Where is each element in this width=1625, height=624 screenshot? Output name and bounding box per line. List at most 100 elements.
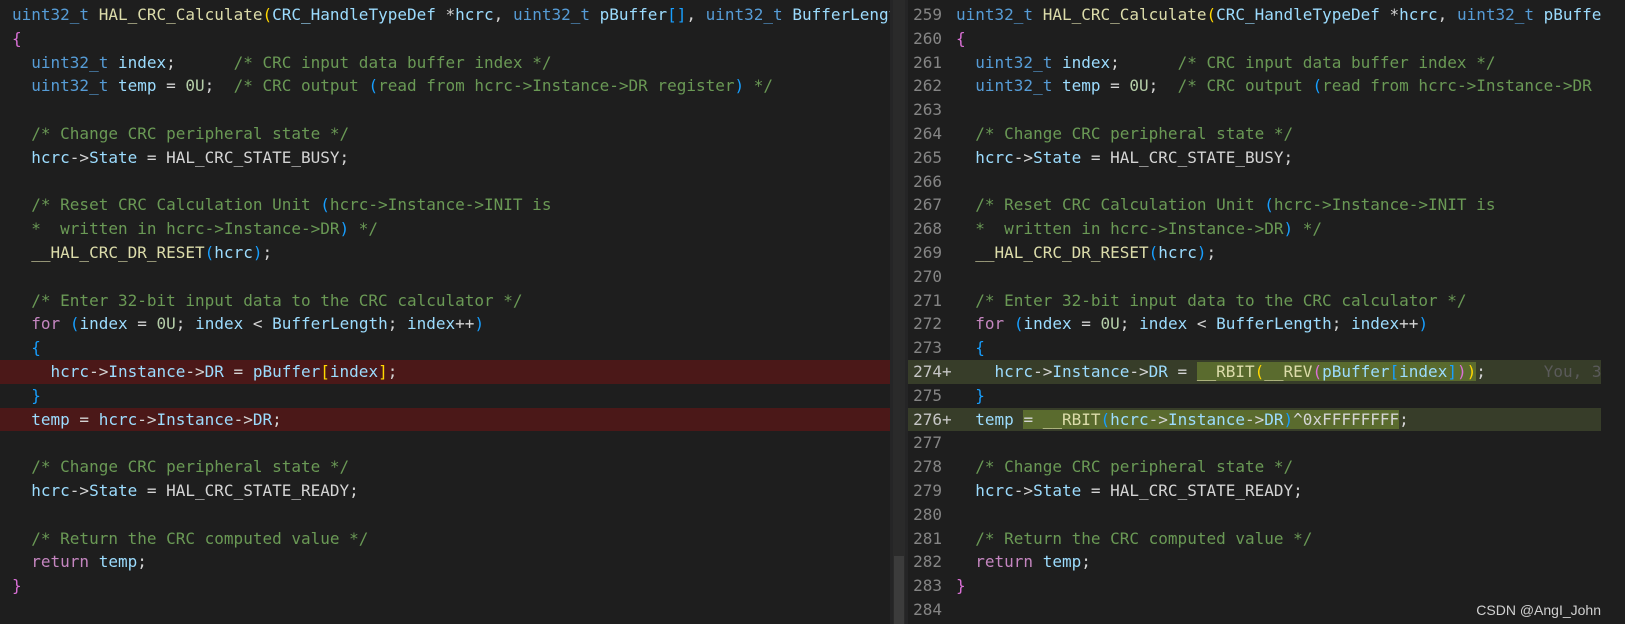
code-line[interactable]: } (0, 574, 890, 598)
code-token: /* Reset CRC Calculation Unit (31, 195, 321, 215)
code-token: = (69, 409, 99, 429)
code-line[interactable] (0, 98, 890, 122)
code-line[interactable]: /* Change CRC peripheral state */ (0, 455, 890, 479)
code-line[interactable]: 277 (908, 431, 1601, 455)
code-line[interactable]: 262 uint32_t temp = 0U; /* CRC output (r… (908, 74, 1601, 98)
code-token: index (195, 314, 244, 334)
code-token: /* Return the CRC computed value */ (31, 528, 369, 548)
code-line[interactable]: 263 (908, 98, 1601, 122)
diff-scrollbar[interactable] (890, 0, 908, 624)
modified-code: 259 uint32_t HAL_CRC_Calculate(CRC_Handle… (908, 3, 1602, 622)
code-token: CRC_HandleTypeDef (1216, 5, 1380, 24)
deleted-line[interactable]: - temp = hcrc->Instance->DR; (0, 407, 890, 432)
code-line[interactable]: 269 __HAL_CRC_DR_RESET(hcrc); (908, 241, 1601, 265)
code-line[interactable]: /* Enter 32-bit input data to the CRC ca… (0, 289, 890, 313)
code-line[interactable]: hcrc->State = HAL_CRC_STATE_BUSY; (0, 146, 890, 170)
line-number: 267 (913, 195, 942, 215)
code-token: uint32_t (12, 5, 90, 24)
code-token: __RBIT (1042, 409, 1101, 429)
code-token: State (1033, 147, 1082, 167)
code-token: uint32_t (705, 5, 783, 24)
code-line[interactable]: 265 hcrc->State = HAL_CRC_STATE_BUSY; (908, 146, 1601, 170)
code-line[interactable]: 283} (908, 574, 1601, 598)
code-line[interactable]: 282 return temp; (908, 550, 1601, 574)
code-token: BufferLength (792, 5, 890, 24)
code-line[interactable]: 267 /* Reset CRC Calculation Unit (hcrc-… (908, 193, 1601, 217)
code-line[interactable]: 281 /* Return the CRC computed value */ (908, 527, 1601, 551)
code-token: { (956, 28, 966, 48)
code-line[interactable]: uint32_t HAL_CRC_Calculate(CRC_HandleTyp… (0, 3, 890, 27)
code-line[interactable]: 273 { (908, 336, 1601, 360)
line-number: 281 (913, 528, 942, 548)
code-token: , (1437, 5, 1457, 24)
code-line[interactable]: 268 * written in hcrc->Instance->DR) */ (908, 217, 1601, 241)
code-line[interactable]: } (0, 384, 890, 408)
code-line[interactable]: /* Reset CRC Calculation Unit (hcrc->Ins… (0, 193, 890, 217)
code-line[interactable]: /* Change CRC peripheral state */ (0, 122, 890, 146)
deleted-line[interactable]: - hcrc->Instance->DR = pBuffer[index]; (0, 359, 890, 384)
code-line[interactable]: hcrc->State = HAL_CRC_STATE_READY; (0, 479, 890, 503)
code-line[interactable]: 261 uint32_t index; /* CRC input data bu… (908, 51, 1601, 75)
code-line[interactable] (0, 265, 890, 289)
code-line[interactable]: 266 (908, 170, 1601, 194)
code-line[interactable]: { (0, 27, 890, 51)
code-token: -> (89, 361, 109, 381)
code-line[interactable]: { (0, 336, 890, 360)
code-token: /* CRC input data buffer index */ (233, 52, 552, 72)
code-line[interactable]: return temp; (0, 550, 890, 574)
code-token: /* Return the CRC computed value */ (975, 528, 1313, 548)
code-token: ( (1254, 361, 1265, 381)
code-token: DR (1264, 409, 1284, 429)
code-line[interactable]: uint32_t temp = 0U; /* CRC output (read … (0, 74, 890, 98)
code-line[interactable]: for (index = 0U; index < BufferLength; i… (0, 312, 890, 336)
code-token: Instance (1052, 361, 1130, 381)
code-line[interactable]: 278 /* Change CRC peripheral state */ (908, 455, 1601, 479)
line-number: 261 (913, 52, 942, 72)
code-token: index (117, 52, 167, 72)
code-line[interactable]: uint32_t index; /* CRC input data buffer… (0, 51, 890, 75)
code-line[interactable]: 264 /* Change CRC peripheral state */ (908, 122, 1601, 146)
code-line[interactable]: 271 /* Enter 32-bit input data to the CR… (908, 289, 1601, 313)
code-token: ( (1013, 314, 1024, 334)
code-line[interactable]: /* Return the CRC computed value */ (0, 527, 890, 551)
code-line[interactable]: 279 hcrc->State = HAL_CRC_STATE_READY; (908, 479, 1601, 503)
code-token: = (127, 314, 157, 334)
code-line[interactable]: 270 (908, 265, 1601, 289)
code-line[interactable] (0, 170, 890, 194)
code-line[interactable]: 259 uint32_t HAL_CRC_Calculate(CRC_Handle… (908, 3, 1601, 27)
code-token: ; (166, 52, 234, 72)
code-token: 0U (1100, 314, 1120, 334)
code-line[interactable]: __HAL_CRC_DR_RESET(hcrc); (0, 241, 890, 265)
code-line[interactable] (0, 503, 890, 527)
code-line[interactable] (0, 431, 890, 455)
code-line[interactable]: 272 for (index = 0U; index < BufferLengt… (908, 312, 1601, 336)
code-line[interactable]: * written in hcrc->Instance->DR) */ (0, 217, 890, 241)
code-line[interactable]: 260 { (908, 27, 1601, 51)
code-token: /* Change CRC peripheral state */ (31, 123, 350, 143)
code-line[interactable]: 280 (908, 503, 1601, 527)
diff-added-marker: + (942, 409, 952, 429)
code-token: , (686, 5, 706, 24)
scrollbar-thumb[interactable] (894, 556, 904, 624)
code-token: -> (185, 361, 205, 381)
code-token: Instance (1167, 409, 1245, 429)
code-token: uint32_t (1456, 5, 1534, 24)
code-token: ; (1081, 552, 1091, 572)
modified-editor-pane[interactable]: 259 uint32_t HAL_CRC_Calculate(CRC_Handle… (908, 0, 1625, 624)
original-editor-pane[interactable]: uint32_t HAL_CRC_Calculate(CRC_HandleTyp… (0, 0, 890, 624)
added-line[interactable]: 276+ temp = __RBIT(hcrc->Instance->DR)^0… (908, 407, 1602, 432)
code-token: ( (1264, 195, 1274, 215)
code-token: /* CRC input data buffer index */ (1177, 52, 1496, 72)
code-token: /* CRC output (233, 76, 369, 96)
code-line[interactable]: 275 } (908, 384, 1601, 408)
csdn-watermark: CSDN @AngI_John (1476, 602, 1601, 618)
code-token: hcrc (975, 480, 1014, 500)
code-token: temp (1061, 76, 1101, 96)
added-line[interactable]: 274+ hcrc->Instance->DR = __RBIT(__REV(p… (908, 359, 1602, 384)
